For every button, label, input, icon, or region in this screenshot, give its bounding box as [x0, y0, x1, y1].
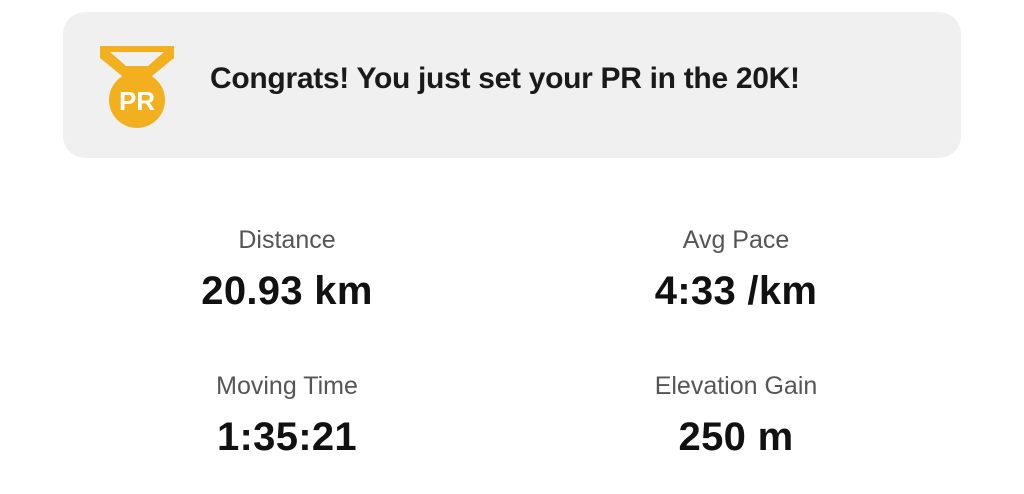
stat-avg-pace: Avg Pace 4:33 /km [586, 225, 886, 313]
stat-value: 20.93 km [201, 269, 373, 313]
stat-value: 250 m [678, 415, 794, 459]
stat-label: Avg Pace [682, 226, 790, 254]
pr-congrats-message: Congrats! You just set your PR in the 20… [210, 62, 800, 95]
stat-label: Distance [238, 226, 336, 254]
stat-label: Moving Time [216, 372, 358, 400]
pr-badge-text: PR [119, 86, 155, 116]
stat-value: 4:33 /km [654, 269, 818, 313]
stat-label: Elevation Gain [654, 372, 818, 400]
pr-medal-icon: PR [96, 42, 178, 130]
stat-moving-time: Moving Time 1:35:21 [137, 371, 437, 459]
stat-value: 1:35:21 [217, 415, 357, 459]
stat-distance: Distance 20.93 km [137, 225, 437, 313]
stat-elevation-gain: Elevation Gain 250 m [586, 371, 886, 459]
